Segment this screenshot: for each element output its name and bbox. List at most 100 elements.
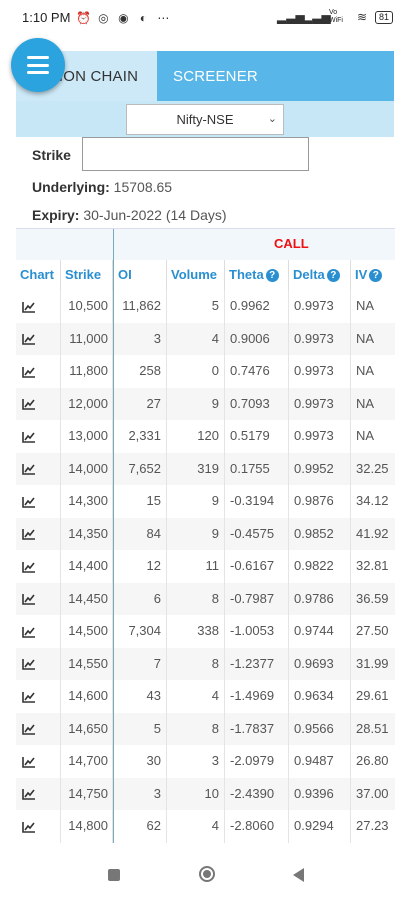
- expiry-label: Expiry:: [32, 207, 80, 223]
- chart-icon[interactable]: [16, 452, 61, 485]
- row-theta: -0.4575: [225, 517, 289, 550]
- row-oi: 7,304: [113, 615, 167, 648]
- chart-icon[interactable]: [16, 615, 61, 648]
- nav-bar: [0, 850, 415, 900]
- row-oi: 3: [113, 777, 167, 810]
- row-delta: 0.9744: [289, 615, 351, 648]
- wifi-icon: ≋: [356, 10, 368, 24]
- row-theta: 0.9006: [225, 322, 289, 355]
- column-header-delta[interactable]: Delta?: [289, 260, 351, 290]
- chart-icon[interactable]: [16, 550, 61, 583]
- row-theta: -0.7987: [225, 582, 289, 615]
- chart-icon[interactable]: [16, 485, 61, 518]
- home-icon[interactable]: [199, 866, 215, 882]
- chart-icon[interactable]: [16, 745, 61, 778]
- column-header-oi: OI: [113, 260, 167, 290]
- strike-input[interactable]: [82, 137, 309, 171]
- chevron-down-icon: ⌄: [267, 113, 277, 125]
- row-strike: 14,300: [61, 485, 113, 518]
- row-strike: 12,000: [61, 387, 113, 420]
- column-header-volume: Volume: [167, 260, 225, 290]
- row-theta: -0.6167: [225, 550, 289, 583]
- exchange-select[interactable]: Nifty-NSE ⌄: [126, 104, 284, 135]
- column-header-iv[interactable]: IV?: [351, 260, 395, 290]
- row-oi: 84: [113, 517, 167, 550]
- row-volume: 0: [167, 355, 225, 388]
- table-row: 14,300 15 9 -0.3194 0.9876 34.12: [16, 485, 395, 518]
- chart-icon[interactable]: [16, 290, 61, 323]
- row-oi: 43: [113, 680, 167, 713]
- strike-label: Strike: [32, 147, 71, 163]
- chart-icon[interactable]: [16, 680, 61, 713]
- row-delta: 0.9973: [289, 355, 351, 388]
- chart-icon[interactable]: [16, 355, 61, 388]
- menu-button[interactable]: [11, 38, 65, 92]
- chart-icon[interactable]: [16, 647, 61, 680]
- row-delta: 0.9487: [289, 745, 351, 778]
- signal-icon: ▂▃▅: [302, 10, 331, 24]
- row-strike: 14,600: [61, 680, 113, 713]
- row-oi: 27: [113, 387, 167, 420]
- chart-icon[interactable]: [16, 387, 61, 420]
- recents-icon[interactable]: [108, 869, 120, 881]
- table-row: 14,600 43 4 -1.4969 0.9634 29.61: [16, 680, 395, 713]
- chart-icon[interactable]: [16, 322, 61, 355]
- row-iv: 27.50: [356, 623, 389, 638]
- chart-icon[interactable]: [16, 517, 61, 550]
- row-strike: 14,700: [61, 745, 113, 778]
- row-theta: -1.7837: [225, 712, 289, 745]
- row-volume: 9: [167, 485, 225, 518]
- chart-icon[interactable]: [16, 777, 61, 810]
- chart-icon[interactable]: [16, 582, 61, 615]
- row-delta: 0.9973: [289, 420, 351, 453]
- table-row: 10,500 11,862 5 0.9962 0.9973 NA: [16, 290, 395, 323]
- table-row: 14,450 6 8 -0.7987 0.9786 36.59: [16, 582, 395, 615]
- underlying-info: Underlying: 15708.65: [32, 179, 172, 195]
- table-row: 11,000 3 4 0.9006 0.9973 NA: [16, 322, 395, 355]
- row-volume: 338: [167, 615, 225, 648]
- tab-screener[interactable]: SCREENER: [157, 51, 258, 101]
- row-strike: 13,000: [61, 420, 113, 453]
- row-iv: NA: [356, 298, 375, 313]
- row-volume: 8: [167, 712, 225, 745]
- table-row: 14,650 5 8 -1.7837 0.9566 28.51: [16, 712, 395, 745]
- status-time: 1:10 PM: [22, 10, 71, 25]
- help-icon[interactable]: ?: [265, 269, 279, 282]
- table-row: 14,750 3 10 -2.4390 0.9396 37.00: [16, 777, 395, 810]
- column-header-theta-label: Theta: [229, 267, 264, 282]
- row-iv: NA: [356, 363, 375, 378]
- row-strike: 14,350: [61, 517, 113, 550]
- help-icon[interactable]: ?: [369, 269, 383, 282]
- help-icon[interactable]: ?: [326, 269, 340, 282]
- row-theta: 0.1755: [225, 452, 289, 485]
- table-row: 13,000 2,331 120 0.5179 0.9973 NA: [16, 420, 395, 453]
- option-chain-table: CALL Chart Strike OI Volume Theta? Delta…: [16, 228, 395, 850]
- row-iv: 31.99: [356, 655, 389, 671]
- table-row: 12,000 27 9 0.7093 0.9973 NA: [16, 387, 395, 420]
- row-oi: 3: [113, 322, 167, 355]
- row-iv: 27.23: [356, 818, 389, 833]
- row-strike: 14,800: [61, 810, 113, 843]
- chart-icon[interactable]: [16, 420, 61, 453]
- row-delta: 0.9973: [289, 322, 351, 355]
- chat-icon: ◉: [118, 10, 129, 25]
- row-volume: 319: [167, 452, 225, 485]
- column-header-strike: Strike: [61, 260, 113, 290]
- row-theta: 0.9962: [225, 290, 289, 323]
- column-header-chart: Chart: [16, 260, 61, 290]
- battery-icon: 81: [374, 10, 393, 24]
- row-oi: 2,331: [113, 420, 167, 453]
- row-volume: 4: [167, 810, 225, 843]
- column-header-delta-label: Delta: [293, 267, 325, 282]
- row-volume: 8: [167, 582, 225, 615]
- back-icon[interactable]: [293, 868, 304, 882]
- call-label: CALL: [274, 236, 309, 251]
- row-oi: 12: [113, 550, 167, 583]
- row-iv: 41.92: [356, 525, 389, 541]
- chart-icon[interactable]: [16, 810, 61, 843]
- row-oi: 7: [113, 647, 167, 680]
- row-strike: 14,750: [61, 777, 113, 810]
- column-header-theta[interactable]: Theta?: [225, 260, 289, 290]
- row-volume: 8: [167, 647, 225, 680]
- chart-icon[interactable]: [16, 712, 61, 745]
